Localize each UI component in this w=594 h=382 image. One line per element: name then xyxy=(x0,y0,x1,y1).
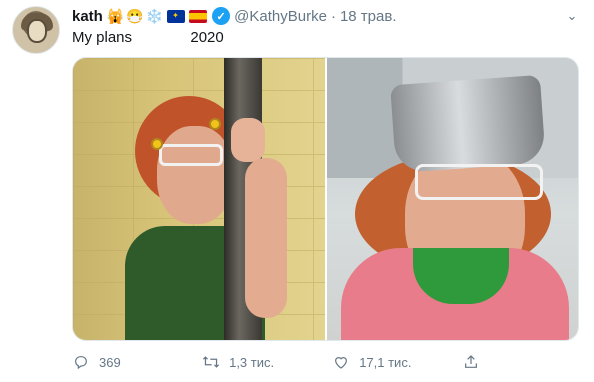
media-image-left[interactable] xyxy=(73,58,325,340)
reply-icon xyxy=(72,353,90,371)
like-count: 17,1 тис. xyxy=(359,354,412,370)
timestamp[interactable]: 18 трав. xyxy=(340,8,397,25)
sunflower-clip xyxy=(209,118,221,130)
screaming-cat-emoji: 🙀 xyxy=(106,8,125,24)
woman-face xyxy=(157,126,233,224)
reply-count: 369 xyxy=(99,354,121,370)
mask-emoji: 😷 xyxy=(126,8,144,24)
tweet-media[interactable] xyxy=(72,57,579,341)
hand-on-pole xyxy=(231,118,265,162)
saucepan-hat xyxy=(389,74,546,174)
share-button[interactable] xyxy=(462,351,502,373)
retweet-button[interactable]: 1,3 тис. xyxy=(202,351,332,373)
spain-flag-icon xyxy=(189,9,208,23)
author-name[interactable]: kath xyxy=(72,8,103,25)
tweet-text: My plans 2020 xyxy=(72,29,224,46)
tweet-actions: 369 1,3 тис. 17,1 тис. xyxy=(72,351,502,373)
tweet-header: kath 🙀 😷 ❄️ ✓ @KathyBurke · 18 трав. xyxy=(72,6,396,26)
verified-badge-icon: ✓ xyxy=(212,7,231,25)
separator-dot: · xyxy=(330,7,336,25)
share-icon xyxy=(462,353,480,371)
reply-button[interactable]: 369 xyxy=(72,351,202,373)
like-button[interactable]: 17,1 тис. xyxy=(332,351,462,373)
chevron-down-icon[interactable]: ⌄ xyxy=(564,8,580,24)
retweet-count: 1,3 тис. xyxy=(229,354,275,370)
sunflower-clip xyxy=(151,138,163,150)
heart-icon xyxy=(332,353,350,371)
avatar[interactable] xyxy=(12,6,60,54)
media-image-right[interactable] xyxy=(326,58,578,340)
tweet-card[interactable]: kath 🙀 😷 ❄️ ✓ @KathyBurke · 18 трав. ⌄ M… xyxy=(0,0,594,382)
avatar-face xyxy=(27,19,47,43)
white-glasses xyxy=(159,144,223,166)
white-glasses xyxy=(414,164,543,200)
author-handle[interactable]: @KathyBurke xyxy=(234,8,327,25)
arm-hugging-pole xyxy=(245,158,287,318)
eu-flag-icon xyxy=(167,9,186,23)
retweet-icon xyxy=(202,353,220,371)
snowflake-emoji: ❄️ xyxy=(145,8,164,24)
